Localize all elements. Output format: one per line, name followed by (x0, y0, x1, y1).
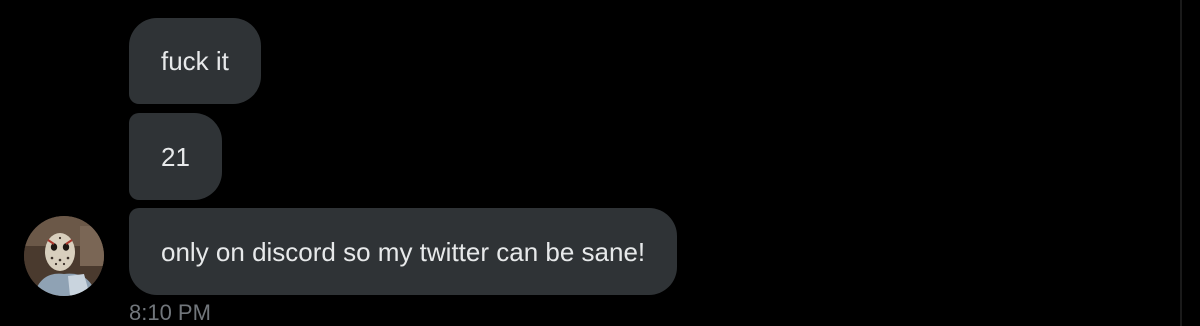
message-text: only on discord so my twitter can be san… (161, 236, 646, 267)
message-bubble[interactable]: 21 (129, 113, 222, 200)
avatar[interactable] (24, 216, 104, 296)
panel-divider (1180, 0, 1182, 326)
message-bubble[interactable]: only on discord so my twitter can be san… (129, 208, 678, 295)
dm-conversation: fuck it 21 only on discord so my twitter… (0, 0, 1200, 326)
message-text: fuck it (161, 46, 229, 76)
message-timestamp: 8:10 PM (129, 300, 211, 325)
message-text: 21 (161, 141, 190, 172)
hockey-mask-avatar-icon (24, 216, 104, 296)
message-bubble[interactable]: fuck it (129, 18, 261, 104)
